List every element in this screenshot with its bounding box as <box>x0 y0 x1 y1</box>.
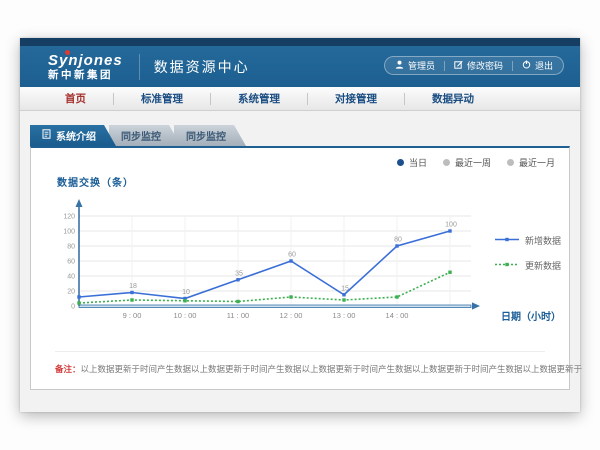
nav-item-home[interactable]: 首页 <box>38 91 113 106</box>
legend-solid-line-icon <box>495 235 519 246</box>
main-nav: 首页 标准管理 系统管理 对接管理 数据异动 <box>20 87 580 111</box>
svg-text:10: 10 <box>182 289 190 296</box>
svg-text:40: 40 <box>67 274 75 281</box>
x-axis-title: 日期（小时） <box>501 308 561 323</box>
logout-label: 退出 <box>535 59 553 72</box>
legend-item-new-data: 新增数据 <box>495 234 561 247</box>
tab-system-intro[interactable]: 系统介绍 <box>30 125 116 146</box>
nav-item-system-mgmt[interactable]: 系统管理 <box>211 91 307 106</box>
svg-text:100: 100 <box>445 222 457 229</box>
app-header: Synjones 新中新集团 数据资源中心 管理员 修改密码 <box>20 46 580 87</box>
filter-label: 最近一周 <box>455 156 491 169</box>
current-user[interactable]: 管理员 <box>395 59 435 72</box>
tab-label: 系统介绍 <box>56 128 96 143</box>
logo-text: Synjones <box>48 53 123 68</box>
power-icon <box>522 60 531 71</box>
nav-item-data-change[interactable]: 数据异动 <box>405 91 501 106</box>
svg-text:11 : 00: 11 : 00 <box>227 311 249 320</box>
pill-separator <box>512 61 513 71</box>
svg-text:15: 15 <box>341 285 349 292</box>
filter-last-week[interactable]: 最近一周 <box>443 156 491 169</box>
page-title: 数据资源中心 <box>154 57 250 77</box>
svg-text:80: 80 <box>394 237 402 244</box>
pill-separator <box>444 61 445 71</box>
tab-label: 同步监控 <box>121 128 161 143</box>
user-toolbar: 管理员 修改密码 退出 <box>384 56 564 75</box>
legend-item-updated-data: 更新数据 <box>495 259 561 272</box>
svg-text:18: 18 <box>129 283 137 290</box>
header-divider <box>139 54 140 80</box>
chart-area: 0 20 40 60 80 100 120 9 : 00 10 : 00 11 : 00 12 : … <box>43 194 503 337</box>
page-background: Synjones 新中新集团 数据资源中心 管理员 修改密码 <box>0 0 600 450</box>
chart-panel: 当日 最近一周 最近一月 数据交换（条） 0 20 40 60 80 100 120 9 : … <box>30 146 570 390</box>
radio-icon <box>443 159 450 166</box>
filter-label: 最近一月 <box>519 156 555 169</box>
user-name-label: 管理员 <box>408 59 435 72</box>
svg-text:60: 60 <box>67 259 75 266</box>
user-icon <box>395 60 404 71</box>
logo-red-dot-icon <box>65 50 70 55</box>
svg-text:100: 100 <box>63 229 75 236</box>
svg-text:10 : 00: 10 : 00 <box>174 311 197 320</box>
nav-item-standard-mgmt[interactable]: 标准管理 <box>114 91 210 106</box>
footnote-text: 以上数据更新于时间产生数据以上数据更新于时间产生数据以上数据更新于时间产生数据以… <box>81 364 583 374</box>
footnote: 备注：以上数据更新于时间产生数据以上数据更新于时间产生数据以上数据更新于时间产生… <box>55 351 545 375</box>
legend-dashed-line-icon <box>495 260 519 271</box>
change-password-button[interactable]: 修改密码 <box>454 59 503 72</box>
tab-bar: 系统介绍 同步监控 同步监控 <box>30 125 246 146</box>
radio-icon <box>507 159 514 166</box>
legend-label: 更新数据 <box>525 259 561 272</box>
chart-legend: 新增数据 更新数据 <box>495 234 561 272</box>
svg-text:14 : 00: 14 : 00 <box>386 311 409 320</box>
content-area: 系统介绍 同步监控 同步监控 当日 最近一周 <box>20 111 580 412</box>
svg-text:13 : 00: 13 : 00 <box>333 311 356 320</box>
svg-text:80: 80 <box>67 244 75 251</box>
tab-label: 同步监控 <box>186 128 226 143</box>
window-top-strip <box>20 38 580 46</box>
svg-text:0: 0 <box>71 304 75 311</box>
svg-text:20: 20 <box>67 289 75 296</box>
svg-text:9 : 00: 9 : 00 <box>123 311 142 320</box>
svg-text:60: 60 <box>288 252 296 259</box>
svg-text:12 : 00: 12 : 00 <box>280 311 303 320</box>
logo-subtext: 新中新集团 <box>48 70 123 81</box>
logout-button[interactable]: 退出 <box>522 59 553 72</box>
radio-selected-icon <box>397 159 404 166</box>
svg-text:120: 120 <box>63 214 75 221</box>
line-chart: 0 20 40 60 80 100 120 9 : 00 10 : 00 11 : 00 12 : … <box>43 194 503 332</box>
company-logo: Synjones 新中新集团 <box>48 53 137 81</box>
filter-today[interactable]: 当日 <box>397 156 427 169</box>
nav-item-interface-mgmt[interactable]: 对接管理 <box>308 91 404 106</box>
filter-last-month[interactable]: 最近一月 <box>507 156 555 169</box>
app-window: Synjones 新中新集团 数据资源中心 管理员 修改密码 <box>20 38 580 412</box>
edit-icon <box>454 60 463 71</box>
filter-label: 当日 <box>409 156 427 169</box>
document-icon <box>42 129 51 142</box>
svg-text:35: 35 <box>235 270 243 277</box>
tab-sync-monitor-1[interactable]: 同步监控 <box>109 125 181 146</box>
change-password-label: 修改密码 <box>467 59 503 72</box>
y-axis-title: 数据交换（条） <box>57 174 134 189</box>
footnote-label: 备注： <box>55 364 81 374</box>
tab-sync-monitor-2[interactable]: 同步监控 <box>174 125 246 146</box>
time-range-filters: 当日 最近一周 最近一月 <box>397 156 555 169</box>
legend-label: 新增数据 <box>525 234 561 247</box>
